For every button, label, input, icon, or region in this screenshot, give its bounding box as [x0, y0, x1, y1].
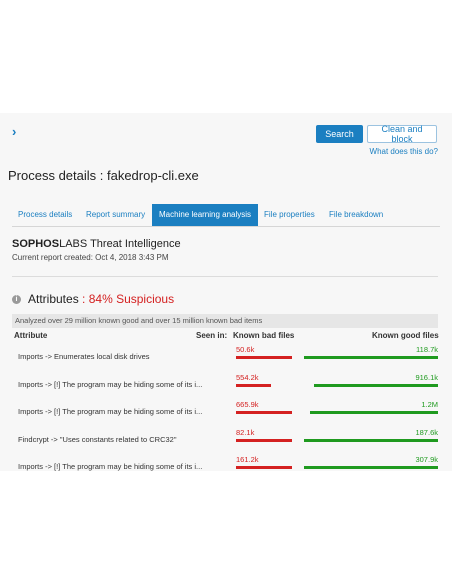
info-icon[interactable]: i: [12, 295, 21, 304]
attribute-label: Imports -> [!] The program may be hiding…: [18, 407, 203, 416]
col-known-bad-header: Known bad files: [233, 331, 295, 340]
known-bad-bar: [236, 466, 293, 469]
known-good-count: 1.2M: [421, 400, 438, 409]
what-does-this-do-link[interactable]: What does this do?: [370, 147, 438, 156]
tab-machine-learning-analysis[interactable]: Machine learning analysis: [152, 204, 259, 226]
known-good-bar: [309, 411, 438, 414]
known-bad-count: 554.2k: [236, 372, 259, 382]
page-title: Process details : fakedrop-cli.exe: [8, 168, 199, 183]
report-created-text: Current report created: Oct 4, 2018 3:43…: [12, 253, 169, 262]
attribute-label: Imports -> [!] The program may be hiding…: [18, 379, 203, 389]
col-seen-in-header: Seen in:: [196, 331, 228, 340]
known-good-count: 307.9k: [415, 455, 438, 464]
attributes-title: Attributes: [28, 292, 79, 306]
sophoslabs-heading: SOPHOSLABS Threat Intelligence: [12, 238, 181, 250]
tab-process-details[interactable]: Process details: [18, 204, 72, 226]
table-row[interactable]: Imports -> [!] The program may be hiding…: [0, 372, 452, 401]
attribute-label: Imports -> Enumerates local disk drives: [18, 352, 150, 361]
known-bad-bar: [236, 411, 293, 414]
tab-bar: Process details Report summary Machine l…: [12, 204, 440, 227]
known-bad-count: 161.2k: [236, 455, 259, 464]
known-good-bar: [304, 356, 438, 359]
labs-threat-intel-text: LABS Threat Intelligence: [59, 238, 181, 250]
known-bad-count: 50.6k: [236, 345, 255, 354]
known-good-count: 916.1k: [415, 372, 438, 382]
attribute-label: Imports -> [!] The program may be hiding…: [18, 462, 203, 471]
known-bad-bar: [236, 438, 293, 442]
known-bad-count: 665.9k: [236, 400, 259, 409]
col-known-good-header: Known good files: [372, 331, 439, 340]
known-bad-bar: [236, 383, 271, 387]
attributes-separator: :: [78, 292, 89, 306]
table-row[interactable]: Imports -> [!] The program may be hiding…: [0, 455, 452, 483]
suspicious-score: 84% Suspicious: [88, 292, 175, 306]
analyzed-banner: Analyzed over 29 million known good and …: [12, 314, 438, 328]
search-button[interactable]: Search: [316, 125, 363, 143]
known-bad-bar: [236, 356, 293, 359]
known-good-bar: [304, 466, 438, 469]
known-good-count: 118.7k: [416, 345, 438, 354]
divider: [12, 276, 438, 277]
known-good-bar: [304, 438, 438, 442]
attributes-heading: Attributes : 84% Suspicious: [28, 292, 174, 306]
table-row[interactable]: Imports -> [!] The program may be hiding…: [0, 400, 452, 428]
known-good-count: 187.6k: [415, 427, 438, 437]
clean-and-block-button[interactable]: Clean and block: [367, 124, 437, 144]
tab-report-summary[interactable]: Report summary: [86, 204, 145, 226]
table-row[interactable]: Findcrypt -> "Uses constants related to …: [0, 427, 452, 456]
col-attribute-header: Attribute: [14, 331, 48, 340]
sophos-brand: SOPHOS: [12, 238, 60, 250]
known-bad-count: 82.1k: [236, 427, 255, 437]
table-row[interactable]: Imports -> Enumerates local disk drives 5…: [0, 345, 452, 373]
tab-file-properties[interactable]: File properties: [264, 204, 315, 226]
known-good-bar: [313, 383, 438, 387]
tab-file-breakdown[interactable]: File breakdown: [329, 204, 383, 226]
expand-chevron-icon[interactable]: ›: [12, 124, 16, 139]
attribute-label: Findcrypt -> "Uses constants related to …: [18, 434, 177, 444]
